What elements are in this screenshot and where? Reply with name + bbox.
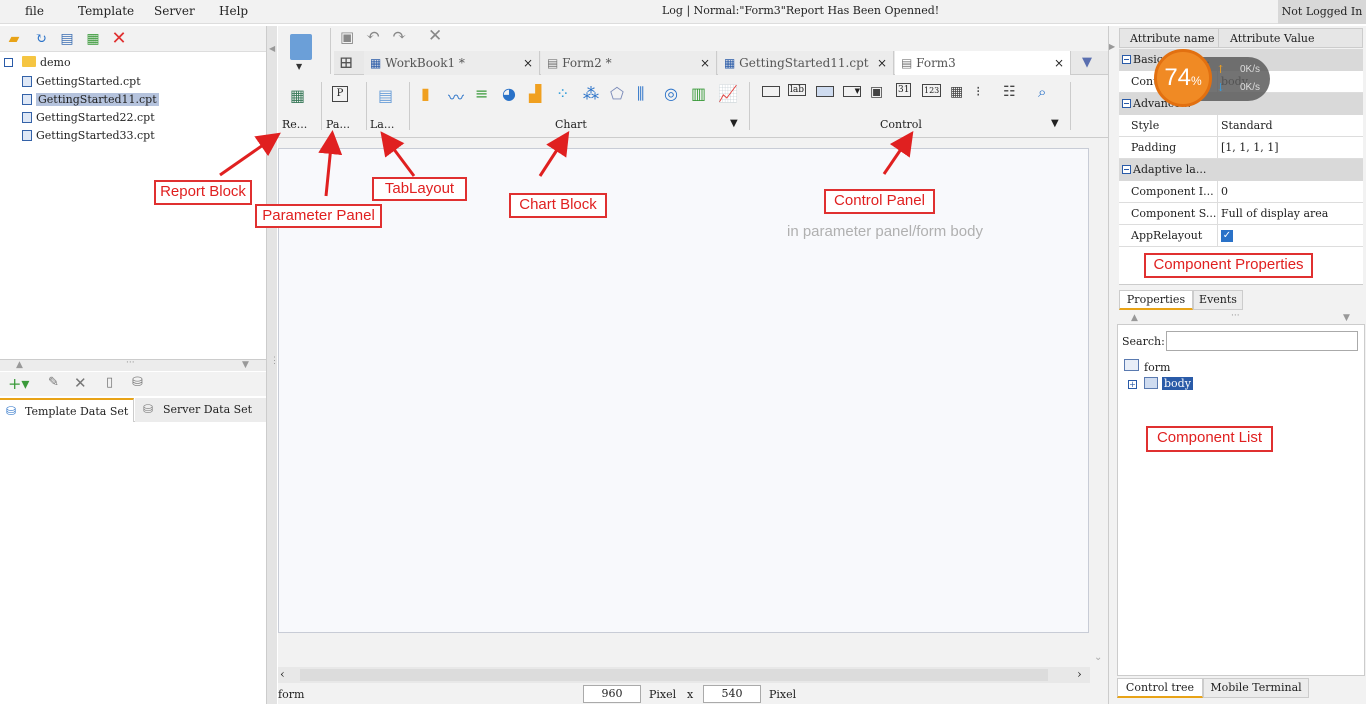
- annotation-control-panel: Control Panel: [824, 189, 935, 214]
- annotation-chart-block: Chart Block: [509, 193, 607, 218]
- arrow-tab-layout: [380, 131, 416, 177]
- arrow-parameter-panel: [318, 130, 343, 197]
- arrow-report-block: [219, 132, 281, 177]
- annotation-report-block: Report Block: [154, 180, 252, 205]
- annotation-parameter-panel: Parameter Panel: [255, 204, 382, 228]
- arrow-chart-block: [538, 130, 570, 177]
- annotation-arrows: [219, 130, 914, 197]
- annotation-tab-layout: TabLayout: [372, 177, 467, 201]
- annotation-component-properties: Component Properties: [1144, 253, 1313, 278]
- arrow-control-panel: [882, 131, 914, 175]
- annotation-component-list: Component List: [1146, 426, 1273, 452]
